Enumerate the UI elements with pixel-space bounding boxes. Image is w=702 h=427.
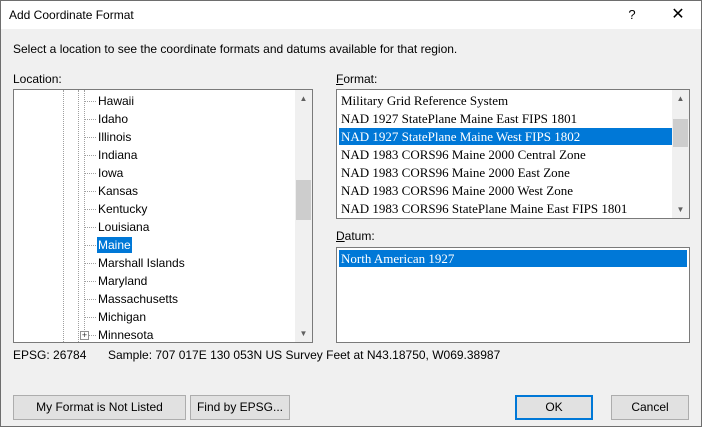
title-bar[interactable]: Add Coordinate Format ? ✕ (1, 1, 701, 29)
help-button[interactable]: ? (609, 1, 655, 29)
tree-item-label: Hawaii (98, 94, 135, 108)
datum-label: Datum: (336, 229, 375, 243)
tree-branch-line (84, 263, 96, 264)
find-by-epsg-button[interactable]: Find by EPSG... (190, 395, 290, 420)
tree-branch-line (84, 245, 96, 246)
tree-item[interactable]: Massachusetts (14, 290, 297, 308)
sample-coordinate: Sample: 707 017E 130 053N US Survey Feet… (108, 348, 501, 362)
tree-item[interactable]: Kentucky (14, 200, 297, 218)
tree-branch-line (84, 281, 96, 282)
tree-branch-line (84, 155, 96, 156)
tree-branch-line (84, 137, 96, 138)
location-scrollbar[interactable]: ▲ ▼ (295, 90, 312, 342)
datum-list[interactable]: North American 1927 (336, 247, 690, 343)
format-scrollbar[interactable]: ▲ ▼ (672, 90, 689, 218)
tree-item-label: Marshall Islands (98, 256, 185, 270)
tree-branch-line (84, 101, 96, 102)
tree-item-label: Louisiana (98, 220, 150, 234)
format-list-item[interactable]: NAD 1927 StatePlane Maine East FIPS 1801 (339, 110, 672, 127)
format-list-item[interactable]: NAD 1983 CORS96 Maine 2000 West Zone (339, 182, 672, 199)
location-tree[interactable]: Hawaii Idaho Illinois Indiana Iowa Kansas Kent… (13, 89, 313, 343)
scroll-up-arrow-icon[interactable]: ▲ (295, 90, 312, 107)
tree-item-label: Maryland (98, 274, 148, 288)
tree-branch-line (84, 227, 96, 228)
format-list-item[interactable]: NAD 1983 CORS96 StatePlane Maine East FI… (339, 200, 672, 217)
tree-item-label: Iowa (98, 166, 124, 180)
tree-item[interactable]: Marshall Islands (14, 254, 297, 272)
tree-item[interactable]: Indiana (14, 146, 297, 164)
tree-item-label: Massachusetts (98, 292, 179, 306)
tree-item-label: Kansas (98, 184, 139, 198)
format-list-item[interactable]: NAD 1983 CORS96 StatePlane Maine East FI… (339, 218, 672, 219)
tree-item[interactable]: Maine (14, 236, 297, 254)
tree-item[interactable]: Idaho (14, 110, 297, 128)
datum-list-item[interactable]: North American 1927 (339, 250, 687, 267)
tree-item-label: Illinois (98, 130, 132, 144)
cancel-button[interactable]: Cancel (611, 395, 689, 420)
close-button[interactable]: ✕ (655, 1, 701, 29)
dialog-title: Add Coordinate Format (9, 8, 134, 22)
ok-button[interactable]: OK (515, 395, 593, 420)
scroll-down-arrow-icon[interactable]: ▼ (295, 325, 312, 342)
instructions-text: Select a location to see the coordinate … (13, 42, 458, 56)
close-icon: ✕ (671, 6, 685, 23)
scroll-down-arrow-icon[interactable]: ▼ (672, 201, 689, 218)
scroll-up-arrow-icon[interactable]: ▲ (672, 90, 689, 107)
tree-branch-line (84, 119, 96, 120)
tree-item[interactable]: Kansas (14, 182, 297, 200)
tree-branch-line (84, 299, 96, 300)
format-list-item[interactable]: NAD 1927 StatePlane Maine West FIPS 1802 (339, 128, 672, 145)
format-label: Format: (336, 72, 378, 86)
tree-item[interactable]: Illinois (14, 128, 297, 146)
tree-item-label: Maine (97, 237, 132, 253)
tree-item-label: Kentucky (98, 202, 148, 216)
epsg-code: EPSG: 26784 (13, 348, 87, 362)
tree-item-label: Michigan (98, 310, 147, 324)
format-list-item[interactable]: NAD 1983 CORS96 Maine 2000 East Zone (339, 164, 672, 181)
location-label: Location: (13, 72, 62, 86)
tree-item[interactable]: Louisiana (14, 218, 297, 236)
tree-item[interactable]: + Minnesota (14, 326, 297, 342)
expand-icon[interactable]: + (80, 331, 89, 340)
tree-branch-line (84, 209, 96, 210)
format-list[interactable]: Military Grid Reference System NAD 1927 S… (336, 89, 690, 219)
tree-item[interactable]: Hawaii (14, 92, 297, 110)
scroll-thumb[interactable] (296, 180, 311, 220)
tree-item[interactable]: Michigan (14, 308, 297, 326)
tree-item[interactable]: Iowa (14, 164, 297, 182)
add-coordinate-format-dialog: Add Coordinate Format ? ✕ Select a locat… (0, 0, 702, 427)
tree-item[interactable]: Maryland (14, 272, 297, 290)
tree-branch-line (84, 191, 96, 192)
format-list-item[interactable]: NAD 1983 CORS96 Maine 2000 Central Zone (339, 146, 672, 163)
tree-item-label: Minnesota (98, 328, 154, 342)
scroll-thumb[interactable] (673, 119, 688, 147)
format-not-listed-button[interactable]: My Format is Not Listed (13, 395, 186, 420)
tree-branch-line (84, 317, 96, 318)
tree-item-label: Indiana (98, 148, 138, 162)
format-list-item[interactable]: Military Grid Reference System (339, 92, 672, 109)
tree-item-label: Idaho (98, 112, 129, 126)
tree-branch-line (84, 173, 96, 174)
